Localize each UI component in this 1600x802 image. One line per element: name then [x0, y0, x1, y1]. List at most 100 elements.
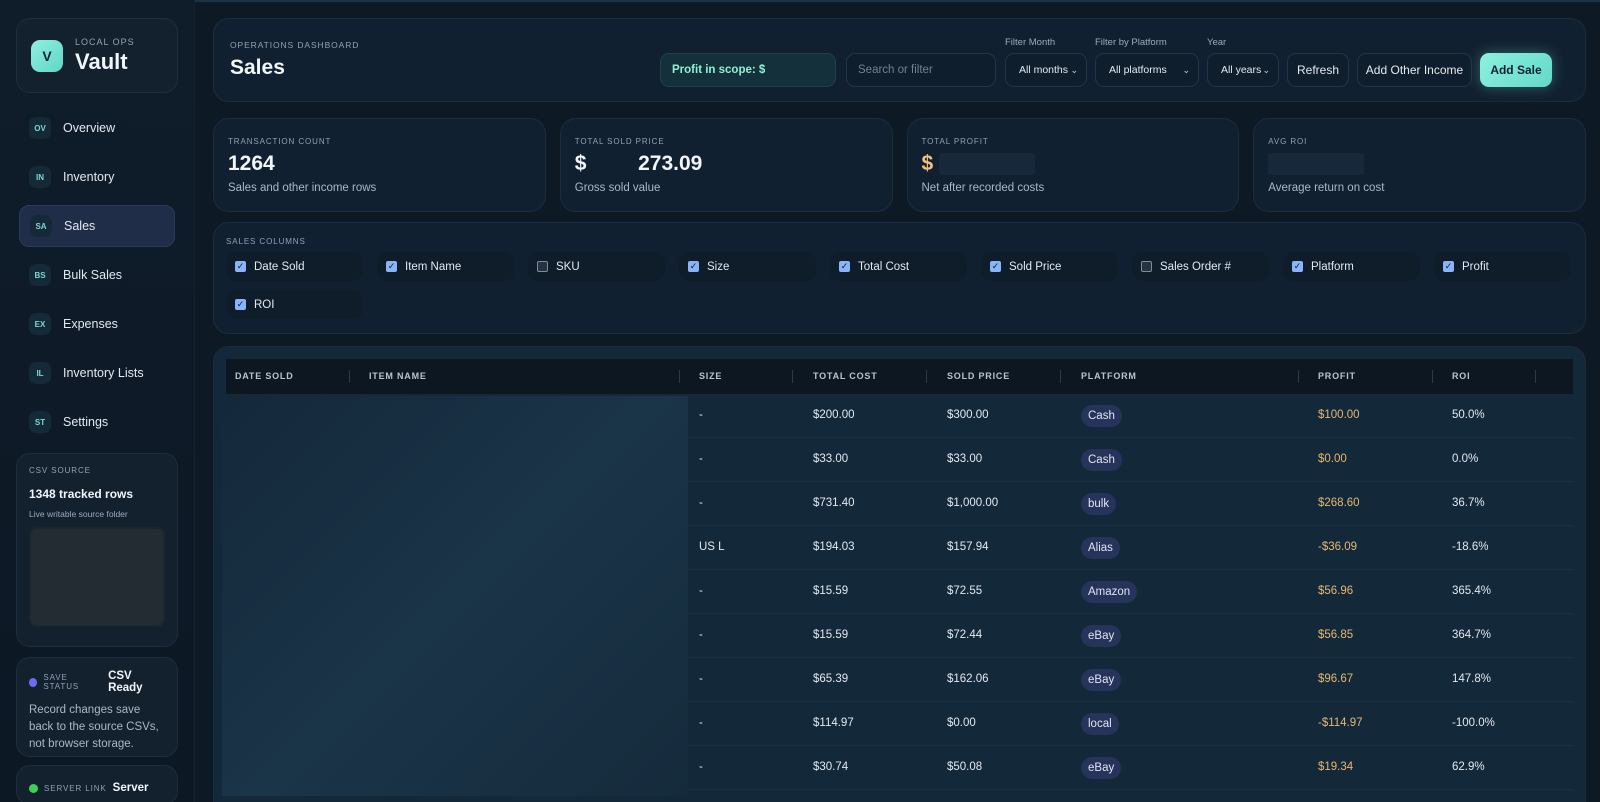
sidebar-item-overview[interactable]: OV Overview	[19, 107, 175, 149]
cell-profit: $268.60	[1318, 497, 1360, 509]
column-toggle-roi[interactable]: ✓ ROI	[226, 290, 363, 319]
checkbox-unchecked-icon[interactable]	[537, 261, 548, 272]
expenses-icon: EX	[29, 313, 51, 335]
column-header-total-cost[interactable]: TOTAL COST	[813, 371, 878, 381]
checkbox-checked-icon[interactable]: ✓	[235, 261, 246, 272]
column-toggle-sold-price[interactable]: ✓ Sold Price	[981, 252, 1118, 281]
cell-roi: 0.0%	[1452, 453, 1479, 465]
cell-size: -	[699, 409, 703, 421]
sidebar-nav: OV Overview IN Inventory SA Sales BS Bul…	[16, 107, 178, 443]
cell-sold-price: $0.00	[947, 717, 976, 729]
year-value: All years	[1221, 64, 1262, 76]
search-input[interactable]	[846, 53, 996, 87]
platform-badge: Cash	[1081, 405, 1122, 427]
platform-badge: eBay	[1081, 669, 1122, 691]
column-header-item-name[interactable]: ITEM NAME	[369, 371, 427, 381]
year-select[interactable]: All years ⌄	[1207, 53, 1279, 87]
cell-total-cost: $200.00	[813, 409, 855, 421]
cell-total-cost: $114.97	[813, 717, 854, 729]
refresh-button[interactable]: Refresh	[1287, 53, 1349, 87]
checkbox-unchecked-icon[interactable]	[1141, 261, 1152, 272]
column-header-sold-price[interactable]: SOLD PRICE	[947, 371, 1010, 381]
sidebar-item-bulk-sales[interactable]: BS Bulk Sales	[19, 254, 175, 296]
cell-profit: $0.00	[1318, 453, 1347, 465]
cell-profit: -$114.97	[1318, 717, 1363, 729]
brand-logo: V	[31, 39, 63, 72]
column-toggle-label: Profit	[1462, 260, 1489, 273]
column-toggle-profit[interactable]: ✓ Profit	[1434, 252, 1571, 281]
chevron-down-icon: ⌄	[1262, 64, 1270, 75]
column-toggle-size[interactable]: ✓ Size	[679, 252, 816, 281]
platform-badge: bulk	[1081, 493, 1117, 515]
checkbox-checked-icon[interactable]: ✓	[1443, 261, 1454, 272]
cell-size: -	[699, 453, 703, 465]
filter-platform-value: All platforms	[1109, 64, 1167, 76]
stat-kicker: AVG ROI	[1268, 137, 1308, 146]
checkbox-checked-icon[interactable]: ✓	[688, 261, 699, 272]
column-toggle-label: Item Name	[405, 260, 462, 273]
csv-source-sub: Live writable source folder	[29, 509, 128, 519]
add-other-income-button[interactable]: Add Other Income	[1357, 53, 1472, 87]
sidebar-item-sales[interactable]: SA Sales	[19, 205, 175, 247]
column-header-profit[interactable]: PROFIT	[1318, 371, 1356, 381]
stats-row: TRANSACTION COUNT 1264 Sales and other i…	[213, 118, 1586, 212]
csv-tracked-rows: 1348 tracked rows	[29, 487, 134, 501]
server-link-value: Server	[112, 782, 149, 794]
stat-value: $	[922, 152, 1225, 178]
column-header-date-sold[interactable]: DATE SOLD	[235, 371, 294, 381]
chevron-down-icon: ⌄	[1182, 64, 1190, 75]
checkbox-checked-icon[interactable]: ✓	[235, 299, 246, 310]
sidebar-item-label: Sales	[64, 219, 96, 233]
page-title: Sales	[230, 56, 285, 79]
sidebar-item-settings[interactable]: ST Settings	[19, 401, 175, 443]
checkbox-checked-icon[interactable]: ✓	[990, 261, 1001, 272]
csv-source-kicker: CSV SOURCE	[29, 466, 91, 475]
brand: V LOCAL OPS Vault	[16, 18, 178, 93]
column-toggle-platform[interactable]: ✓ Platform	[1283, 252, 1420, 281]
column-toggle-label: Total Cost	[858, 260, 910, 273]
save-status-kicker: SAVE STATUS	[43, 673, 80, 691]
cell-total-cost: $15.59	[813, 585, 849, 597]
sidebar-item-inventory-lists[interactable]: IL Inventory Lists	[19, 352, 175, 394]
csv-source-preview	[29, 527, 165, 627]
sidebar-item-expenses[interactable]: EX Expenses	[19, 303, 175, 345]
cell-sold-price: $50.08	[947, 761, 983, 773]
cell-size: -	[699, 497, 703, 509]
sidebar-item-inventory[interactable]: IN Inventory	[19, 156, 175, 198]
checkbox-checked-icon[interactable]: ✓	[1292, 261, 1303, 272]
cell-roi: 50.0%	[1452, 409, 1485, 421]
stat-total-profit: TOTAL PROFIT $ Net after recorded costs	[906, 118, 1240, 212]
checkbox-checked-icon[interactable]: ✓	[839, 261, 850, 272]
column-toggle-total-cost[interactable]: ✓ Total Cost	[830, 252, 967, 281]
header-kicker: OPERATIONS DASHBOARD	[230, 40, 360, 50]
column-toggle-grid: ✓ Date Sold ✓ Item Name SKU ✓ Size ✓ Total C…	[226, 252, 1573, 319]
filter-platform-select[interactable]: All platforms ⌄	[1095, 53, 1199, 87]
column-header-roi[interactable]: ROI	[1452, 371, 1470, 381]
column-toggle-sku[interactable]: SKU	[528, 252, 665, 281]
column-divider	[1432, 370, 1433, 383]
cell-profit: $56.96	[1318, 585, 1354, 597]
column-toggle-label: Platform	[1311, 260, 1354, 273]
server-link-card: SERVER LINK Server	[16, 765, 178, 802]
sales-columns-panel: SALES COLUMNS ✓ Date Sold ✓ Item Name SKU …	[213, 222, 1586, 334]
column-toggle-label: Date Sold	[254, 260, 305, 273]
column-toggle-sales-order[interactable]: Sales Order #	[1132, 252, 1269, 281]
column-header-platform[interactable]: PLATFORM	[1081, 371, 1137, 381]
cell-total-cost: $30.74	[813, 761, 849, 773]
checkbox-checked-icon[interactable]: ✓	[386, 261, 397, 272]
stat-value-prefix: $	[574, 152, 587, 175]
cell-profit: $96.67	[1318, 673, 1354, 685]
sidebar-item-label: Expenses	[63, 317, 118, 331]
column-toggle-date-sold[interactable]: ✓ Date Sold	[226, 252, 363, 281]
stat-sub: Net after recorded costs	[921, 182, 1045, 194]
redacted-block	[939, 153, 1036, 176]
cell-size: US L	[699, 541, 725, 553]
cell-roi: -18.6%	[1452, 541, 1489, 553]
year-label: Year	[1207, 37, 1227, 48]
filter-month-select[interactable]: All months ⌄	[1005, 53, 1087, 87]
cell-total-cost: $33.00	[813, 453, 849, 465]
add-sale-button[interactable]: Add Sale	[1480, 53, 1552, 87]
cell-sold-price: $300.00	[947, 409, 989, 421]
column-header-size[interactable]: SIZE	[699, 371, 722, 381]
column-toggle-item-name[interactable]: ✓ Item Name	[377, 252, 514, 281]
